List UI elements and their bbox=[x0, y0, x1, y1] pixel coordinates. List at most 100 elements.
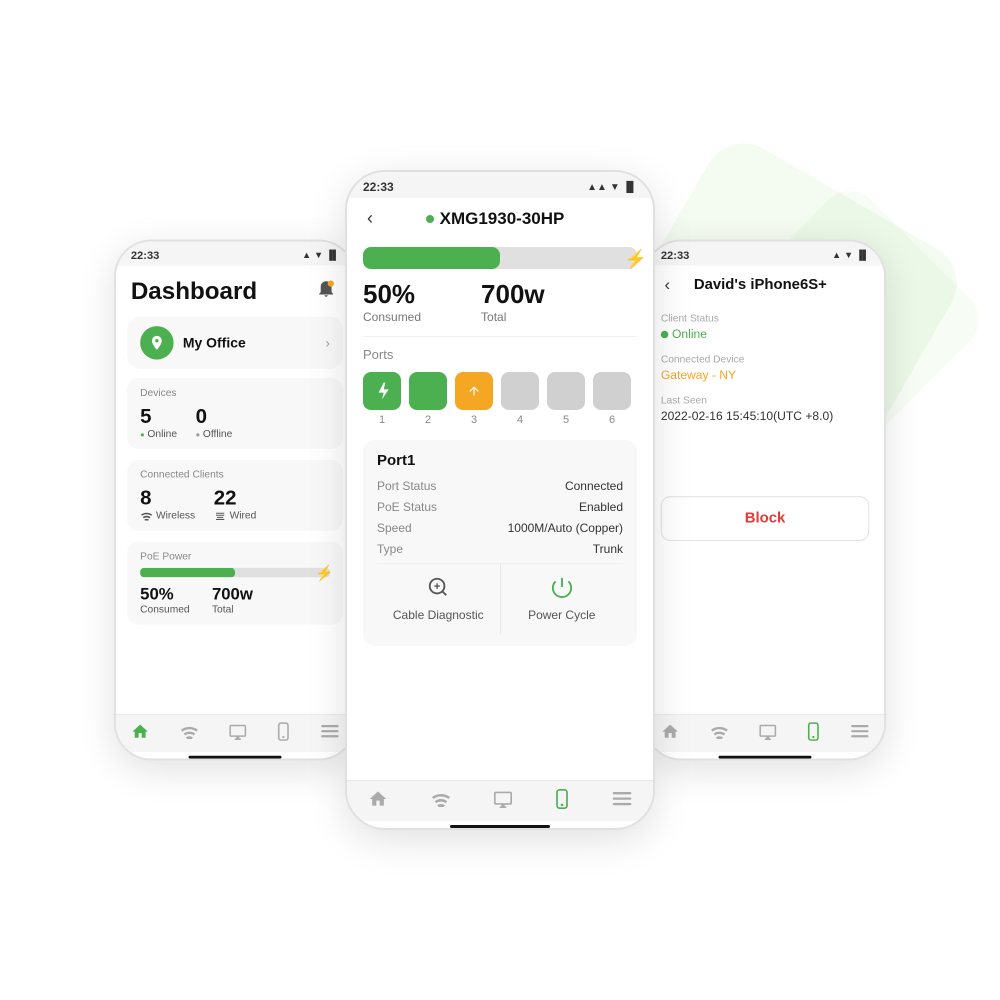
devices-online-count: 5 bbox=[140, 404, 177, 428]
port-box-4 bbox=[501, 372, 539, 410]
port-box-3 bbox=[455, 372, 493, 410]
poe-status-value: Enabled bbox=[579, 500, 623, 514]
client-status-section: Client Status Online bbox=[661, 313, 869, 341]
devices-offline-label: ● Offline bbox=[196, 428, 233, 439]
poe-bar bbox=[140, 568, 330, 577]
port-box-6 bbox=[593, 372, 631, 410]
connected-device-label: Connected Device bbox=[661, 354, 869, 365]
nav-underline-right bbox=[719, 756, 812, 759]
wireless-count: 8 bbox=[140, 486, 195, 510]
ports-label: Ports bbox=[363, 347, 637, 362]
nav-home[interactable] bbox=[131, 722, 150, 741]
center-title: XMG1930-30HP bbox=[440, 209, 565, 229]
cable-diagnostic-label: Cable Diagnostic bbox=[393, 608, 484, 622]
ports-section: Ports 1 2 bbox=[347, 337, 653, 436]
port-item-2[interactable]: 2 bbox=[409, 372, 447, 426]
office-row[interactable]: My Office › bbox=[127, 317, 343, 369]
nav-underline-left bbox=[189, 756, 282, 759]
poe-card: PoE Power ⚡ 50% Consumed 700w Total bbox=[127, 542, 343, 625]
devices-label: Devices bbox=[140, 387, 330, 398]
right-title: David's iPhone6S+ bbox=[694, 276, 827, 293]
type-row: Type Trunk bbox=[377, 542, 623, 556]
clients-card: Connected Clients 8 Wireless 22 Wired bbox=[127, 460, 343, 531]
phones-container: 22:33 ▲ ▼ ▐▌ Dashboard bbox=[10, 170, 990, 830]
poe-status-label: PoE Status bbox=[377, 500, 437, 514]
time-right: 22:33 bbox=[661, 249, 690, 262]
port-item-4[interactable]: 4 bbox=[501, 372, 539, 426]
battery-right-icon: ▐▌ bbox=[856, 250, 869, 260]
office-left: My Office bbox=[140, 326, 246, 359]
dashboard-title: Dashboard bbox=[131, 277, 257, 306]
port-item-6[interactable]: 6 bbox=[593, 372, 631, 426]
status-icons-right: ▲ ▼ ▐▌ bbox=[832, 250, 869, 260]
devices-row: 5 ● Online 0 ● Offline bbox=[140, 404, 330, 439]
signal-right-icon: ▲ bbox=[832, 250, 841, 260]
port-item-1[interactable]: 1 bbox=[363, 372, 401, 426]
wifi-right-icon: ▼ bbox=[844, 250, 853, 260]
block-button[interactable]: Block bbox=[661, 496, 869, 541]
last-seen-value: 2022-02-16 15:45:10(UTC +8.0) bbox=[661, 409, 869, 423]
nav-wifi[interactable] bbox=[180, 724, 199, 739]
poe-consumed: 50% Consumed bbox=[140, 585, 189, 616]
wifi-icon-status: ▼ bbox=[314, 250, 323, 260]
time-center: 22:33 bbox=[363, 180, 394, 194]
power-total: 700w Total bbox=[481, 279, 545, 324]
bottom-nav-right bbox=[646, 714, 884, 752]
bell-icon[interactable] bbox=[313, 277, 339, 303]
port-detail-title: Port1 bbox=[377, 452, 623, 469]
port-number-4: 4 bbox=[517, 414, 523, 426]
wired-count: 22 bbox=[214, 486, 257, 510]
port-number-3: 3 bbox=[471, 414, 477, 426]
clients-wireless: 8 Wireless bbox=[140, 486, 195, 521]
nav-menu[interactable] bbox=[320, 725, 339, 738]
nav-center-menu[interactable] bbox=[612, 792, 632, 806]
time-left: 22:33 bbox=[131, 249, 160, 262]
devices-online: 5 ● Online bbox=[140, 404, 177, 439]
power-consumed-label: Consumed bbox=[363, 310, 421, 324]
connected-device-value: Gateway - NY bbox=[661, 368, 869, 382]
status-bar-left: 22:33 ▲ ▼ ▐▌ bbox=[116, 241, 354, 265]
client-detail: Client Status Online Connected Device Ga… bbox=[646, 304, 884, 492]
power-lightning-icon: ⚡ bbox=[625, 249, 647, 270]
nav-phone[interactable] bbox=[277, 722, 290, 741]
nav-right-monitor[interactable] bbox=[758, 723, 777, 740]
right-phone: 22:33 ▲ ▼ ▐▌ ‹ David's iPhone6S+ Client … bbox=[644, 240, 886, 761]
nav-center-monitor[interactable] bbox=[493, 790, 513, 808]
ports-row: 1 2 3 bbox=[363, 372, 637, 426]
clients-label: Connected Clients bbox=[140, 469, 330, 480]
right-screen: ‹ David's iPhone6S+ Client Status Online… bbox=[646, 266, 884, 759]
nav-right-phone[interactable] bbox=[807, 722, 820, 741]
poe-total: 700w Total bbox=[212, 585, 253, 616]
port-number-2: 2 bbox=[425, 414, 431, 426]
nav-center-phone[interactable] bbox=[555, 789, 569, 809]
nav-underline-center bbox=[450, 825, 550, 828]
nav-right-menu[interactable] bbox=[850, 725, 869, 738]
center-title-group: XMG1930-30HP bbox=[426, 209, 565, 229]
nav-center-wifi[interactable] bbox=[431, 791, 451, 807]
nav-center-home[interactable] bbox=[368, 789, 388, 809]
nav-monitor[interactable] bbox=[228, 723, 247, 740]
left-screen: Dashboard My Office bbox=[116, 266, 354, 759]
signal-icon: ▲ bbox=[302, 250, 311, 260]
back-button-center[interactable]: ‹ bbox=[363, 204, 377, 233]
signal-bars-icon: ▲▲ bbox=[587, 182, 607, 193]
nav-right-home[interactable] bbox=[661, 722, 680, 741]
nav-right-wifi[interactable] bbox=[710, 724, 729, 739]
port-item-3[interactable]: 3 bbox=[455, 372, 493, 426]
status-icons-center: ▲▲ ▼ ▐▌ bbox=[587, 182, 637, 193]
cable-diagnostic-btn[interactable]: Cable Diagnostic bbox=[377, 564, 501, 634]
power-section: ⚡ 50% Consumed 700w Total bbox=[347, 239, 653, 336]
power-cycle-btn[interactable]: Power Cycle bbox=[501, 564, 624, 634]
office-icon bbox=[140, 326, 173, 359]
action-row: Cable Diagnostic Power Cycle bbox=[377, 563, 623, 634]
wired-label: Wired bbox=[214, 510, 257, 521]
last-seen-section: Last Seen 2022-02-16 15:45:10(UTC +8.0) bbox=[661, 395, 869, 423]
last-seen-label: Last Seen bbox=[661, 395, 869, 406]
back-button-right[interactable]: ‹ bbox=[661, 271, 674, 298]
right-header: ‹ David's iPhone6S+ bbox=[646, 266, 884, 304]
port-box-2 bbox=[409, 372, 447, 410]
port-item-5[interactable]: 5 bbox=[547, 372, 585, 426]
offline-dot: ● bbox=[196, 430, 201, 438]
devices-card: Devices 5 ● Online 0 ● Offline bbox=[127, 378, 343, 449]
office-name: My Office bbox=[183, 335, 246, 351]
